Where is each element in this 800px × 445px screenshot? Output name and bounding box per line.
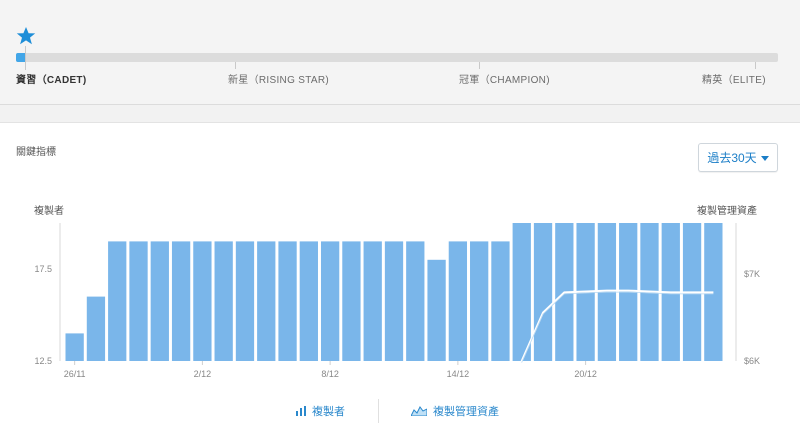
chart-bar <box>533 223 553 361</box>
y-left-tick-label: 17.5 <box>34 264 52 274</box>
progress-marker <box>25 46 26 70</box>
chart-bar <box>108 241 127 361</box>
star-icon <box>16 27 36 45</box>
progress-panel: 資習（CADET) 新星（RISING STAR) 冠軍（CHAMPION) 精… <box>0 0 800 105</box>
chart-bar <box>448 241 468 361</box>
chart-bar <box>363 241 382 361</box>
legend-item-copiers[interactable]: 複製者 <box>296 403 345 419</box>
legend-divider <box>378 399 379 423</box>
chart-bar <box>470 241 489 361</box>
level-tick <box>235 62 236 69</box>
x-tick-label: 26/11 <box>64 369 86 379</box>
chart-bar <box>86 296 106 361</box>
key-metrics-panel: 關鍵指標 過去30天 複製者 複製管理資產 17.5 12.5 $7K $6K 26/1… <box>0 122 800 445</box>
y-right-tick-label: $7K <box>744 269 760 279</box>
chart-bar <box>193 241 212 361</box>
chart-bar <box>406 241 425 361</box>
y-left-tick-label: 12.5 <box>34 356 52 366</box>
chart-legend: 複製者 複製管理資產 <box>0 399 800 423</box>
metrics-chart: 17.5 12.5 $7K $6K 26/11 2/12 8/12 14/12 20/12 <box>34 223 760 379</box>
y-right-tick-label: $6K <box>744 356 760 366</box>
level-label-elite: 精英（ELITE) <box>702 75 766 86</box>
chart-bar <box>342 241 361 361</box>
chart-bar <box>384 241 404 361</box>
chart-bar <box>427 259 446 361</box>
x-tick-label: 14/12 <box>447 369 470 379</box>
chart-bar <box>65 333 84 361</box>
legend-label-aum: 複製管理資產 <box>433 406 499 418</box>
bar-chart-icon <box>296 406 306 416</box>
legend-label-copiers: 複製者 <box>312 406 345 418</box>
legend-item-aum[interactable]: 複製管理資產 <box>411 403 499 419</box>
chart-bar <box>235 241 255 361</box>
progress-track <box>16 53 778 62</box>
chart-bar <box>320 241 340 361</box>
level-label-champion: 冠軍（CHAMPION) <box>459 75 550 86</box>
chart-bar <box>129 241 148 361</box>
x-tick-label: 20/12 <box>574 369 597 379</box>
x-tick-label: 2/12 <box>194 369 212 379</box>
chart-bar <box>257 241 276 361</box>
chart-bar <box>491 241 510 361</box>
chart-bar <box>278 241 297 361</box>
level-label-cadet: 資習（CADET) <box>16 75 87 86</box>
chart-bar <box>171 241 191 361</box>
level-label-rising-star: 新星（RISING STAR) <box>228 75 329 86</box>
level-tick <box>479 62 480 69</box>
chart-bar <box>214 241 233 361</box>
area-chart-icon <box>411 406 427 416</box>
chart-bar <box>150 241 169 361</box>
x-tick-label: 8/12 <box>321 369 339 379</box>
progress-fill <box>16 53 26 62</box>
chart-bar <box>512 223 531 361</box>
chart-bar <box>299 241 318 361</box>
level-tick <box>755 62 756 69</box>
